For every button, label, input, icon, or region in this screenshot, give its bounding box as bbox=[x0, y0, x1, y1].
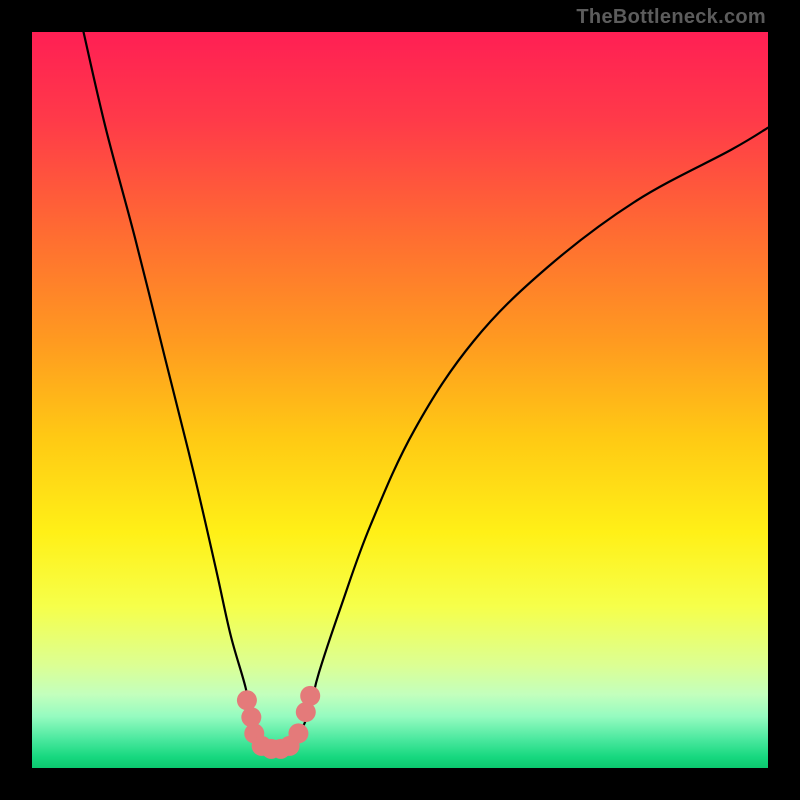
bottleneck-curve bbox=[84, 32, 768, 750]
marker-R1 bbox=[300, 686, 320, 706]
chart-svg bbox=[32, 32, 768, 768]
marker-R3 bbox=[288, 723, 308, 743]
chart-frame: TheBottleneck.com bbox=[0, 0, 800, 800]
marker-L1 bbox=[237, 690, 257, 710]
watermark-text: TheBottleneck.com bbox=[576, 6, 766, 29]
plot-area bbox=[32, 32, 768, 768]
